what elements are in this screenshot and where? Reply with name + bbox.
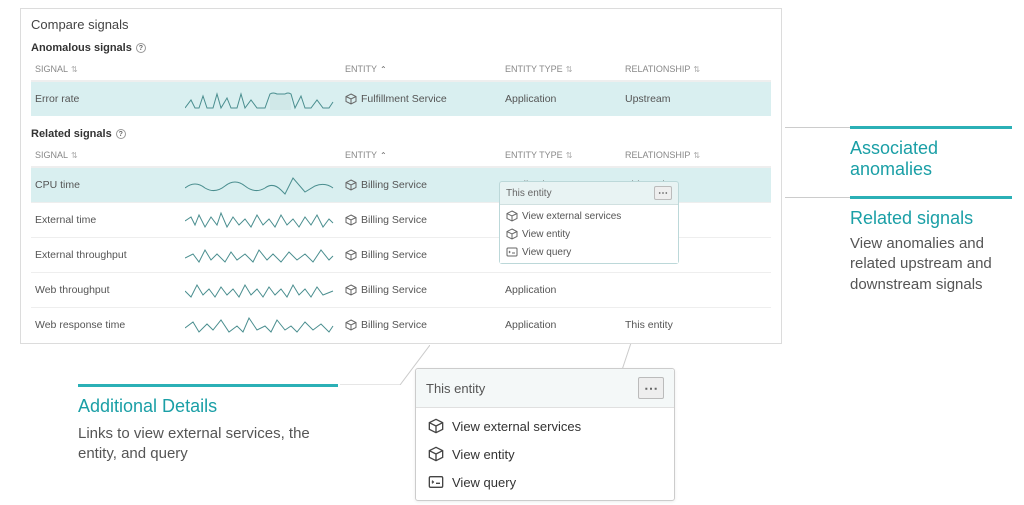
callout-associated-anomalies: Associated anomalies (850, 138, 1024, 180)
sparkline-icon (185, 279, 335, 301)
col-signal[interactable]: SIGNAL⇅ (31, 144, 181, 166)
entity-icon (345, 319, 357, 331)
entity-type-cell: Application (501, 278, 621, 302)
view-entity-item[interactable]: View entity (416, 440, 674, 468)
query-icon (428, 474, 444, 490)
entity-cell: Billing Service (341, 313, 501, 337)
entity-type-cell: Application (501, 313, 621, 337)
sparkline-icon (185, 174, 335, 196)
entity-icon (345, 249, 357, 261)
sparkline-icon (185, 314, 335, 336)
query-icon (506, 246, 518, 258)
related-table-head: SIGNAL⇅ ENTITY⌃ ENTITY TYPE⇅ RELATIONSHI… (31, 144, 771, 167)
row-actions-popover-enlarged: This entity ⋯ View external services Vie… (415, 368, 675, 501)
entity-type-cell: Application (501, 87, 621, 111)
related-row[interactable]: Web throughput Billing Service Applicati… (31, 272, 771, 307)
related-heading: Related signals (31, 128, 112, 140)
entity-cell: Billing Service (341, 243, 501, 267)
entity-icon (345, 214, 357, 226)
popover-title: This entity (426, 381, 485, 396)
anomalous-table-head: SIGNAL⇅ ENTITY⌃ ENTITY TYPE⇅ RELATIONSHI… (31, 58, 771, 81)
signal-cell: CPU time (31, 173, 181, 197)
more-actions-button[interactable]: ⋯ (654, 186, 672, 200)
entity-cell: Fulfillment Service (341, 87, 501, 111)
callout-related-signals: Related signals (850, 208, 973, 229)
entity-icon (345, 179, 357, 191)
related-row[interactable]: Web response time Billing Service Applic… (31, 307, 771, 342)
signal-cell: External throughput (31, 243, 181, 267)
view-query-item[interactable]: View query (416, 468, 674, 496)
sparkline-cell (181, 238, 341, 272)
sparkline-icon (185, 244, 335, 266)
entity-cell: Billing Service (341, 278, 501, 302)
sparkline-cell (181, 168, 341, 202)
view-query-item[interactable]: View query (500, 243, 678, 261)
relationship-cell: This entity (621, 313, 771, 337)
col-signal[interactable]: SIGNAL⇅ (31, 58, 181, 80)
view-entity-item[interactable]: View entity (500, 225, 678, 243)
entity-icon (345, 93, 357, 105)
col-entity-type[interactable]: ENTITY TYPE⇅ (501, 144, 621, 166)
col-relationship[interactable]: RELATIONSHIP⇅ (621, 58, 771, 80)
callout-related-signals-body: View anomalies and related upstream and … (850, 234, 1015, 295)
view-external-services-item[interactable]: View external services (416, 412, 674, 440)
cube-icon (506, 228, 518, 240)
callout-additional-details-body: Links to view external services, the ent… (78, 424, 338, 465)
col-entity[interactable]: ENTITY⌃ (341, 58, 501, 80)
cube-icon (428, 418, 444, 434)
sparkline-icon (185, 209, 335, 231)
signal-cell: Error rate (31, 87, 181, 111)
callout-additional-details: Additional Details (78, 396, 217, 417)
compare-signals-panel: Compare signals Anomalous signals ? SIGN… (20, 8, 782, 344)
popover-title: This entity (506, 188, 552, 199)
anomalous-section-header: Anomalous signals ? (31, 42, 771, 54)
signal-cell: Web throughput (31, 278, 181, 302)
related-section-header: Related signals ? (31, 128, 771, 140)
entity-cell: Billing Service (341, 208, 501, 232)
sparkline-cell (181, 308, 341, 342)
sparkline-cell (181, 273, 341, 307)
sparkline-cell (181, 203, 341, 237)
cube-icon (506, 210, 518, 222)
relationship-cell: Upstream (621, 87, 771, 111)
row-actions-popover: This entity ⋯ View external services Vie… (499, 181, 679, 264)
signal-cell: External time (31, 208, 181, 232)
col-relationship[interactable]: RELATIONSHIP⇅ (621, 144, 771, 166)
help-icon[interactable]: ? (136, 43, 146, 53)
cube-icon (428, 446, 444, 462)
anomalous-row[interactable]: Error rate Fulfillment Service Applicati… (31, 81, 771, 116)
help-icon[interactable]: ? (116, 129, 126, 139)
sparkline-icon (185, 88, 335, 110)
anomalous-heading: Anomalous signals (31, 42, 132, 54)
panel-title: Compare signals (31, 17, 771, 32)
entity-cell: Billing Service (341, 173, 501, 197)
entity-icon (345, 284, 357, 296)
more-actions-button[interactable]: ⋯ (638, 377, 664, 399)
relationship-cell (621, 284, 771, 296)
view-external-services-item[interactable]: View external services (500, 207, 678, 225)
sparkline-cell (181, 82, 341, 116)
signal-cell: Web response time (31, 313, 181, 337)
col-entity-type[interactable]: ENTITY TYPE⇅ (501, 58, 621, 80)
col-entity[interactable]: ENTITY⌃ (341, 144, 501, 166)
